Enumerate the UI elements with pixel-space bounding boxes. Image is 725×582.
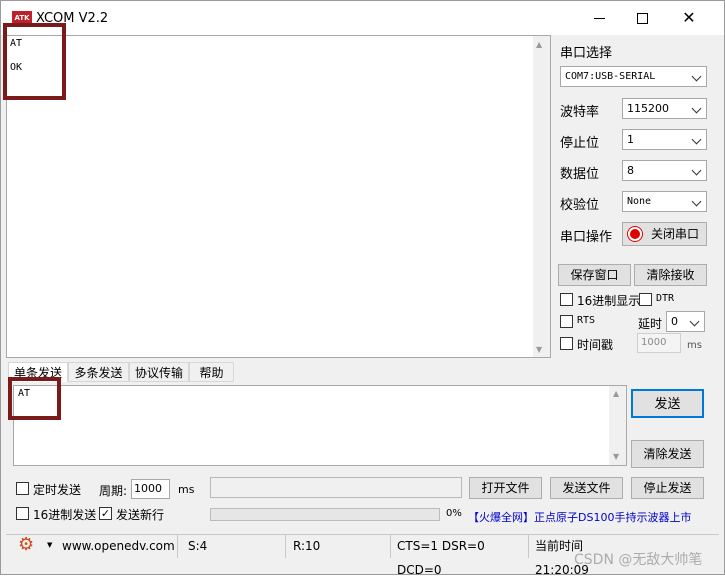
title-bar: [1, 1, 724, 35]
data-bits-label: 数据位: [560, 167, 600, 182]
close-port-label: 关闭串口: [651, 227, 700, 241]
chevron-down-icon: [691, 99, 703, 118]
hex-display-checkbox[interactable]: [560, 293, 573, 306]
port-select-value: COM7:USB-SERIAL: [565, 71, 656, 82]
line-status: CTS=1 DSR=0 DCD=0: [391, 534, 529, 577]
timestamp-input[interactable]: 1000: [637, 333, 681, 353]
rts-checkbox[interactable]: [560, 315, 573, 328]
period-label: 周期:: [99, 484, 128, 498]
chevron-down-icon: [689, 312, 701, 331]
website-link[interactable]: www.openedv.com: [56, 534, 178, 558]
period-value: 1000: [134, 482, 162, 495]
receive-scrollbar[interactable]: [533, 36, 550, 357]
parity-label: 校验位: [560, 198, 600, 213]
baud-value: 115200: [627, 102, 669, 115]
data-bits-select[interactable]: 8: [622, 160, 707, 181]
hex-display-label: 16进制显示: [577, 294, 641, 308]
maximize-icon[interactable]: [637, 13, 648, 24]
clear-send-button[interactable]: 清除发送: [631, 440, 704, 468]
receive-text-area[interactable]: [6, 35, 551, 358]
delay-select[interactable]: 0: [666, 311, 705, 332]
tab-protocol[interactable]: 协议传输: [129, 362, 189, 382]
watermark: CSDN @无敌大帅笔: [574, 552, 703, 568]
dtr-checkbox[interactable]: [639, 293, 652, 306]
chevron-down-icon: [691, 192, 703, 211]
tab-multi-send[interactable]: 多条发送: [68, 362, 129, 382]
baud-label: 波特率: [560, 105, 600, 120]
timestamp-value: 1000: [641, 337, 667, 348]
scroll-down-icon[interactable]: ▼: [536, 345, 542, 354]
period-input[interactable]: 1000: [131, 479, 170, 499]
scroll-up-icon[interactable]: ▲: [536, 40, 542, 49]
chevron-down-icon: [691, 161, 703, 180]
stop-bits-value: 1: [627, 133, 634, 146]
chevron-down-icon: [691, 67, 703, 86]
timed-send-label: 定时发送: [33, 483, 82, 497]
port-status-icon: [628, 227, 642, 241]
stop-send-button[interactable]: 停止发送: [631, 477, 704, 499]
clear-receive-button[interactable]: 清除接收: [634, 264, 707, 286]
progress-text: 0%: [446, 508, 462, 519]
parity-value: None: [627, 196, 652, 207]
data-bits-value: 8: [627, 164, 634, 177]
period-unit: ms: [178, 483, 195, 496]
send-progress-bar: [210, 508, 440, 521]
received-count: R:10: [287, 534, 391, 558]
delay-label: 延时: [638, 317, 663, 331]
highlight-box: [8, 377, 61, 420]
tab-help[interactable]: 帮助: [189, 362, 234, 382]
file-path-field[interactable]: [210, 477, 462, 498]
highlight-box: [3, 23, 66, 100]
ad-link[interactable]: 【火爆全网】正点原子DS100手持示波器上市: [468, 509, 691, 525]
hex-send-label: 16进制发送: [33, 508, 97, 522]
settings-gear-icon[interactable]: ⚙: [18, 535, 34, 555]
send-newline-label: 发送新行: [116, 508, 165, 522]
scroll-down-icon[interactable]: ▼: [613, 452, 619, 461]
close-icon[interactable]: ✕: [680, 8, 698, 28]
timestamp-checkbox[interactable]: [560, 337, 573, 350]
chevron-down-icon: [691, 130, 703, 149]
port-select-label: 串口选择: [560, 46, 613, 61]
rts-label: RTS: [577, 315, 596, 326]
minimize-icon[interactable]: [594, 18, 605, 19]
scroll-up-icon[interactable]: ▲: [613, 389, 619, 398]
stop-bits-label: 停止位: [560, 136, 600, 151]
timed-send-checkbox[interactable]: [16, 482, 29, 495]
sent-count: S:4: [182, 534, 286, 558]
parity-select[interactable]: None: [622, 191, 707, 212]
port-op-label: 串口操作: [560, 230, 613, 245]
dtr-label: DTR: [656, 293, 675, 304]
timestamp-label: 时间戳: [577, 338, 614, 352]
timestamp-unit: ms: [687, 340, 702, 351]
save-window-button[interactable]: 保存窗口: [558, 264, 631, 286]
send-newline-checkbox[interactable]: ✓: [99, 507, 112, 520]
send-file-button[interactable]: 发送文件: [550, 477, 623, 499]
open-file-button[interactable]: 打开文件: [469, 477, 542, 499]
stop-bits-select[interactable]: 1: [622, 129, 707, 150]
baud-select[interactable]: 115200: [622, 98, 707, 119]
send-button[interactable]: 发送: [631, 389, 704, 418]
delay-value: 0: [671, 315, 678, 328]
send-text-area[interactable]: [13, 385, 627, 466]
port-select[interactable]: COM7:USB-SERIAL: [560, 66, 707, 87]
hex-send-checkbox[interactable]: [16, 507, 29, 520]
gear-dropdown-icon[interactable]: ▼: [47, 541, 52, 549]
